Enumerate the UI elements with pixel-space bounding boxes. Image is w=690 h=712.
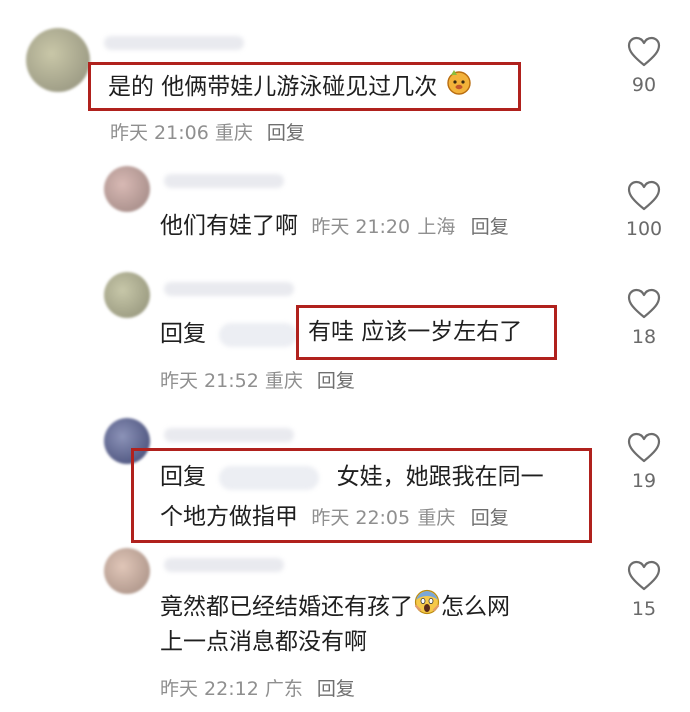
comment-location: 重庆 [264,370,303,392]
comment-reply-prefix: 回复 [160,316,303,352]
comment-text-content: 怎么网 [441,594,510,620]
comment-location: 上海 [417,216,456,238]
like-control: 90 [614,36,674,96]
like-count: 15 [631,598,657,620]
heart-outline-icon[interactable] [627,432,661,464]
reply-prefix: 回复 [160,321,206,347]
comment-text: 是的 他俩带娃儿游泳碰见过几次 [108,68,473,107]
comment-text-line1: 竟然都已经结婚还有孩了 怎么网 [160,588,510,627]
comment-text-content: 竟然都已经结婚还有孩了 [160,594,413,620]
avatar[interactable] [104,272,150,318]
comment-location: 重庆 [214,122,253,144]
reply-button[interactable]: 回复 [267,122,305,144]
comment-time: 昨天 22:05 [311,507,411,529]
comment-meta: 昨天 21:06 重庆 回复 [110,118,305,145]
like-count: 18 [631,326,657,348]
comment-time: 昨天 21:52 [160,370,259,392]
mentioned-user-blurred[interactable] [219,322,298,347]
comment-text-content: 他们有娃了啊 [160,213,298,239]
avatar[interactable] [104,166,150,212]
heart-outline-icon[interactable] [627,180,661,212]
comment-text-content: 女娃，她跟我在同一 [336,464,544,490]
comment-text-line2: 个地方做指甲 昨天 22:05 重庆 回复 [160,499,509,536]
cat-face-emoji [445,68,473,107]
comment-text-line1: 回复 女娃，她跟我在同一 [160,459,544,495]
like-control: 19 [614,432,674,492]
comment-time: 昨天 21:20 [311,216,411,238]
like-count: 19 [631,470,657,492]
comment-text-content: 个地方做指甲 [160,504,298,530]
like-control: 18 [614,288,674,348]
heart-outline-icon[interactable] [627,560,661,592]
comment-text-line2: 上一点消息都没有啊 [160,624,367,660]
username-blurred[interactable] [104,36,244,50]
username-blurred[interactable] [164,282,294,296]
comment-time: 昨天 22:12 [160,678,259,700]
comment-text-content: 有哇 应该一岁左右了 [308,319,523,345]
reply-button[interactable]: 回复 [471,216,509,238]
comment-time: 昨天 21:06 [110,122,209,144]
mentioned-user-blurred[interactable] [219,465,320,490]
comment-text: 他们有娃了啊 昨天 21:20 上海 回复 [160,208,509,245]
username-blurred[interactable] [164,428,294,442]
like-count: 100 [625,218,663,240]
reply-button[interactable]: 回复 [317,678,355,700]
username-blurred[interactable] [164,558,284,572]
comment-meta: 昨天 22:12 广东 回复 [160,674,355,701]
heart-outline-icon[interactable] [627,288,661,320]
avatar[interactable] [104,548,150,594]
like-control: 100 [614,180,674,240]
comment-meta: 昨天 21:52 重庆 回复 [160,366,355,393]
like-count: 90 [631,74,657,96]
screaming-face-emoji [413,588,441,627]
heart-outline-icon[interactable] [627,36,661,68]
avatar[interactable] [26,28,90,92]
comment-text-content: 是的 他俩带娃儿游泳碰见过几次 [108,74,438,100]
reply-button[interactable]: 回复 [317,370,355,392]
comment-location: 广东 [264,678,303,700]
comment-text-content: 上一点消息都没有啊 [160,629,367,655]
comment-location: 重庆 [417,507,456,529]
like-control: 15 [614,560,674,620]
username-blurred[interactable] [164,174,284,188]
reply-prefix: 回复 [160,464,206,490]
reply-button[interactable]: 回复 [471,507,509,529]
comment-text: 有哇 应该一岁左右了 [308,314,522,350]
